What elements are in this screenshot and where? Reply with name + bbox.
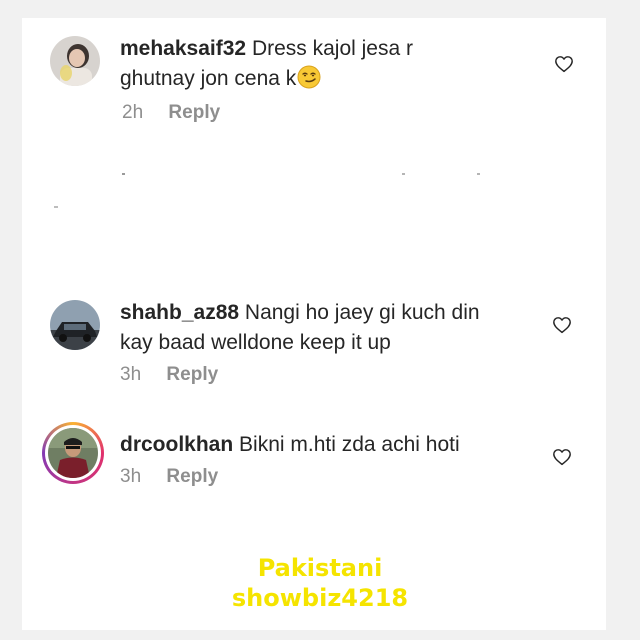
comment-time: 2h: [122, 102, 144, 123]
comment-time: 3h: [120, 466, 142, 487]
comment-body: mehaksaif32 Dress kajol jesa r ghutnay j…: [120, 34, 520, 94]
comment-meta: 3h Reply: [120, 364, 218, 386]
heart-outline-icon[interactable]: [554, 55, 574, 73]
comment-text: Dress kajol jesa r: [251, 37, 413, 60]
comment-username[interactable]: shahb_az88: [120, 301, 239, 324]
comment-username[interactable]: mehaksaif32: [120, 37, 246, 60]
comment-item: mehaksaif32 Dress kajol jesa r ghutnay j…: [22, 18, 606, 138]
smirking-face-icon: [297, 65, 321, 89]
comment-item: shahb_az88 Nangi ho jaey gi kuch din kay…: [22, 288, 606, 408]
comment-body: shahb_az88 Nangi ho jaey gi kuch din kay…: [120, 298, 540, 358]
reply-button[interactable]: Reply: [166, 466, 218, 487]
comment-meta: 2h Reply: [122, 102, 220, 124]
comment-text: ghutnay jon cena k: [120, 67, 297, 90]
heart-outline-icon[interactable]: [552, 448, 572, 466]
comment-username[interactable]: drcoolkhan: [120, 433, 233, 456]
watermark-text: Pakistani showbiz4218: [0, 553, 640, 613]
comments-panel: mehaksaif32 Dress kajol jesa r ghutnay j…: [22, 18, 606, 630]
avatar-photo: [50, 36, 100, 86]
watermark-line: Pakistani: [257, 554, 383, 582]
reply-button[interactable]: Reply: [166, 364, 218, 385]
avatar-photo: [48, 428, 98, 478]
avatar[interactable]: [50, 300, 100, 350]
reply-button[interactable]: Reply: [168, 102, 220, 123]
heart-outline-icon[interactable]: [552, 316, 572, 334]
comment-body: drcoolkhan Bikni m.hti zda achi hoti: [120, 430, 540, 460]
comment-time: 3h: [120, 364, 142, 385]
comment-text: Nangi ho jaey gi kuch din: [244, 301, 480, 324]
comment-item: drcoolkhan Bikni m.hti zda achi hoti 3h …: [22, 418, 606, 518]
comment-meta: 3h Reply: [120, 466, 218, 488]
watermark-line: showbiz4218: [231, 584, 409, 612]
comment-text: kay baad welldone keep it up: [120, 331, 391, 354]
avatar-photo: [50, 300, 100, 350]
comment-text: Bikni m.hti zda achi hoti: [239, 433, 460, 456]
faint-artifact-marks: [54, 173, 480, 208]
avatar[interactable]: [50, 36, 100, 86]
avatar-story-ring[interactable]: [42, 422, 104, 484]
